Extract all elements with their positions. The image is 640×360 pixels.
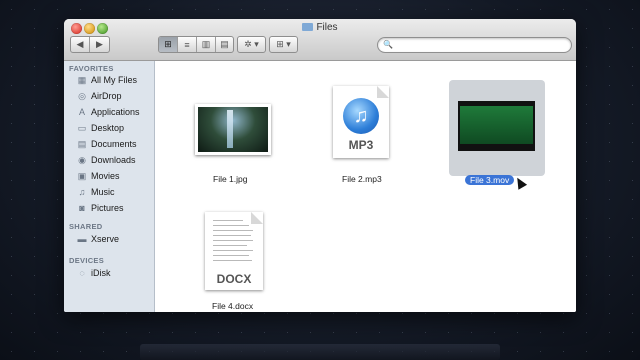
file-browser-content: File 1.jpg ♫ MP3 File 2.mp3 File 3.mov D… [155,61,576,312]
arrange-icon: ⊞ ▾ [276,39,291,49]
sidebar-item-label: Desktop [91,123,125,133]
documents-icon: ▤ [77,138,87,149]
sidebar-item-label: AirDrop [91,91,122,101]
pictures-icon: ◙ [79,203,85,213]
finder-window: Files ◀ ▶ ⊞ ≡ ▥ ▤ ✲ ▾ ⊞ ▾ 🔍 FAVORITES ▦ … [64,19,576,312]
sidebar-item-all-my-files[interactable]: ▦ All My Files [76,73,137,87]
sidebar-item-airdrop[interactable]: ◎ AirDrop [76,89,122,103]
title-bar: Files ◀ ▶ ⊞ ≡ ▥ ▤ ✲ ▾ ⊞ ▾ 🔍 [64,19,576,61]
gear-icon: ✲ ▾ [244,39,259,49]
text-line [213,225,249,226]
sidebar-item-label: Documents [91,139,137,149]
sidebar: FAVORITES ▦ All My Files ◎ AirDrop A App… [64,61,155,312]
airdrop-icon: ◎ [78,90,86,101]
file-name: File 4.docx [212,301,254,311]
file-name-selected: File 3.mov [465,175,515,185]
itunes-icon: ♫ [343,98,379,134]
jpg-thumbnail [195,104,271,155]
sidebar-item-movies[interactable]: ▣ Movies [76,169,120,183]
sidebar-item-music[interactable]: ♫ Music [76,185,115,199]
text-line [213,245,247,246]
sidebar-section-devices: DEVICES [69,256,105,265]
page-fold [251,212,263,224]
sidebar-item-label: Music [91,187,115,197]
text-line [213,220,243,221]
search-field[interactable]: 🔍 [377,37,572,53]
file-name: File 2.mp3 [342,174,382,184]
movies-icon: ▣ [77,170,87,181]
sidebar-item-downloads[interactable]: ◉ Downloads [76,153,136,167]
applications-icon: A [78,107,85,117]
movie-frame [460,106,533,144]
sidebar-item-desktop[interactable]: ▭ Desktop [76,121,124,135]
mov-thumbnail [458,101,535,151]
text-line [213,250,253,251]
all-files-icon: ▦ [77,74,87,85]
column-view-button[interactable]: ▥ [197,37,216,52]
text-line [213,255,249,256]
text-line [213,240,253,241]
arrange-menu[interactable]: ⊞ ▾ [269,36,298,53]
sidebar-section-shared: SHARED [69,222,103,231]
waterfall-highlight [227,110,233,148]
folder-icon [302,23,314,31]
search-icon: 🔍 [383,40,393,49]
mp3-document-icon: ♫ MP3 [333,86,389,158]
dock [140,344,500,360]
sidebar-item-documents[interactable]: ▤ Documents [76,137,137,151]
window-title-text: Files [316,22,338,33]
sidebar-item-label: Pictures [91,203,124,213]
forward-button[interactable]: ▶ [90,37,109,52]
sidebar-item-pictures[interactable]: ◙ Pictures [76,201,124,215]
sidebar-item-xserve[interactable]: ▬ Xserve [76,232,120,246]
docx-document-icon: DOCX [205,212,263,290]
sidebar-item-label: iDisk [91,268,111,278]
sidebar-item-label: Downloads [91,155,136,165]
file-name: File 1.jpg [213,174,248,184]
action-menu[interactable]: ✲ ▾ [237,36,266,53]
file-type-badge: MP3 [348,138,374,152]
server-icon: ▬ [77,234,87,244]
text-line [213,230,253,231]
desktop-icon: ▭ [77,122,87,133]
window-title: Files [64,22,576,34]
sidebar-item-label: All My Files [91,75,138,85]
view-mode-control: ⊞ ≡ ▥ ▤ [158,36,234,53]
file-type-badge: DOCX [216,272,252,286]
icon-view-button[interactable]: ⊞ [159,37,178,52]
music-icon: ♫ [78,187,86,197]
sidebar-item-label: Movies [91,171,120,181]
downloads-icon: ◉ [78,154,86,165]
text-line [213,260,252,261]
page-fold [377,86,389,98]
sidebar-item-applications[interactable]: A Applications [76,105,140,119]
back-button[interactable]: ◀ [71,37,90,52]
text-line [213,235,251,236]
sidebar-item-idisk[interactable]: ◌ iDisk [76,266,111,280]
sidebar-section-favorites: FAVORITES [69,64,114,73]
coverflow-view-button[interactable]: ▤ [216,37,233,52]
idisk-icon: ◌ [79,268,85,278]
list-view-button[interactable]: ≡ [178,37,197,52]
sidebar-item-label: Xserve [91,234,120,244]
waterfall-image [198,107,268,152]
back-forward-control: ◀ ▶ [70,36,110,53]
sidebar-item-label: Applications [91,107,140,117]
